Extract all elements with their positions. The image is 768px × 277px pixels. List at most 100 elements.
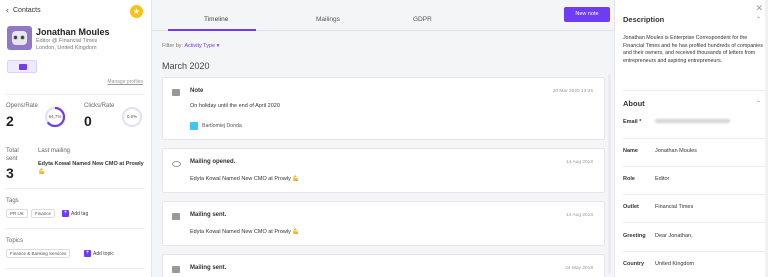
- add-tag-button[interactable]: + Add tag: [62, 210, 88, 217]
- divider: [6, 94, 145, 95]
- add-topic-button[interactable]: + Add topic: [84, 250, 114, 257]
- divider: [623, 166, 768, 167]
- timeline-card-sent[interactable]: Mailing sent. 24 May 2018: [162, 254, 605, 277]
- card-heading: Note: [190, 88, 204, 94]
- card-date: 20 Mar 2020 13:25: [552, 89, 593, 94]
- tab-gdpr[interactable]: GDPR: [413, 16, 432, 23]
- tab-mailings[interactable]: Mailings: [316, 16, 340, 23]
- contact-page: ‹ Contacts ★ Jonathan Moules Editor @ Fi…: [0, 0, 768, 277]
- topic-chip[interactable]: Finance & Banking Services: [6, 249, 71, 258]
- clicks-rate-ring: 0,0%: [121, 106, 143, 128]
- caret-down-icon: ▾: [216, 43, 220, 49]
- field-label-country: Country: [623, 261, 645, 267]
- last-mailing-value[interactable]: Edyta Kowal Named New CMO at Prowly 💪: [38, 160, 148, 176]
- field-value-outlet[interactable]: Financial Times: [655, 204, 693, 210]
- clicks-rate-label: Clicks/Rate: [84, 103, 115, 109]
- opens-value: 2: [6, 113, 14, 129]
- author-name: Bartlomiej Donda: [202, 123, 242, 129]
- field-label-greeting: Greeting: [623, 233, 646, 239]
- divider: [6, 188, 145, 189]
- new-note-button[interactable]: New note: [564, 7, 610, 22]
- activity-type-value: Activity Type: [184, 43, 216, 49]
- field-label-email: Email *: [623, 119, 642, 125]
- chevron-left-icon: ‹: [6, 5, 9, 15]
- contact-title: Editor @ Financial Times: [36, 38, 98, 44]
- tab-timeline[interactable]: Timeline: [204, 16, 228, 23]
- about-heading: About: [623, 99, 645, 108]
- last-mailing-label: Last mailing: [38, 148, 71, 154]
- chevron-up-icon[interactable]: ⌃: [756, 16, 761, 23]
- back-label: Contacts: [13, 7, 41, 14]
- card-heading: Mailing opened.: [190, 159, 236, 165]
- eye-icon: [172, 161, 181, 167]
- description-text: Jonathan Moules is Enterprise Correspond…: [623, 35, 763, 64]
- send-email-button[interactable]: [7, 60, 37, 73]
- card-date: 14 Aug 2018: [566, 213, 593, 218]
- filter-label: Filter by:: [162, 43, 184, 49]
- divider: [623, 251, 768, 252]
- card-body: Edyta Kowal Named New CMO at Prowly 💪: [190, 229, 300, 235]
- contact-sidebar: ‹ Contacts ★ Jonathan Moules Editor @ Fi…: [0, 0, 152, 277]
- owl-face-icon: [12, 31, 27, 45]
- plus-icon: +: [84, 250, 91, 257]
- tags-label: Tags: [6, 198, 19, 204]
- opens-pct: 64,7%: [48, 114, 62, 119]
- timeline-panel: Timeline Mailings GDPR New note Filter b…: [152, 0, 614, 277]
- close-icon[interactable]: ✕: [755, 3, 763, 14]
- tag-chip[interactable]: PR UK: [6, 209, 28, 218]
- note-icon: [172, 89, 180, 96]
- total-sent-value: 3: [6, 165, 14, 181]
- eye-shape: [13, 35, 18, 40]
- timeline-card-sent[interactable]: Mailing sent. 14 Aug 2018 Edyta Kowal Na…: [162, 201, 605, 246]
- timeline-scrollbar[interactable]: [608, 74, 611, 274]
- field-value-name[interactable]: Jonathan Moules: [655, 148, 697, 154]
- total-sent-label: Total sent: [6, 148, 19, 162]
- topics-label: Topics: [6, 238, 24, 244]
- back-to-contacts-link[interactable]: ‹ Contacts: [6, 5, 41, 15]
- avatar: [7, 26, 32, 50]
- card-date: 24 May 2018: [565, 266, 593, 271]
- tab-bar: Timeline Mailings GDPR New note: [152, 0, 614, 31]
- activity-type-dropdown[interactable]: Activity Type ▾: [184, 43, 219, 49]
- add-tag-label: Add tag: [71, 210, 89, 217]
- add-topic-label: Add topic: [93, 250, 114, 257]
- divider: [623, 90, 768, 91]
- field-label-role: Role: [623, 176, 635, 182]
- clicks-pct: 0,0%: [126, 114, 138, 119]
- divider: [6, 228, 145, 229]
- month-heading: March 2020: [162, 61, 210, 71]
- note-author: Bartlomiej Donda: [190, 122, 242, 130]
- card-body: On holiday until the end of April 2020: [190, 103, 280, 109]
- field-label-name: Name: [623, 148, 638, 154]
- clicks-value: 0: [84, 113, 92, 129]
- details-panel: ✕ Description ⌃ Jonathan Moules is Enter…: [614, 0, 768, 277]
- star-icon[interactable]: ★: [130, 5, 143, 18]
- divider: [6, 268, 145, 269]
- timeline-card-opened[interactable]: Mailing opened. 14 Aug 2018 Edyta Kowal …: [162, 148, 605, 193]
- contact-name: Jonathan Moules: [36, 27, 110, 37]
- field-value-country[interactable]: United Kingdom: [655, 261, 694, 267]
- divider: [623, 194, 768, 195]
- eye-shape: [20, 35, 25, 40]
- card-body: Edyta Kowal Named New CMO at Prowly 💪: [190, 176, 300, 182]
- chevron-up-icon[interactable]: ⌃: [756, 100, 761, 107]
- tag-chip[interactable]: Finance: [31, 209, 56, 218]
- plus-icon: +: [62, 210, 69, 217]
- email-value-blurred[interactable]: [655, 119, 730, 123]
- timeline-card-note[interactable]: Note 20 Mar 2020 13:25 On holiday until …: [162, 77, 605, 140]
- filter-bar: Filter by: Activity Type ▾: [162, 43, 219, 49]
- field-value-greeting[interactable]: Dear Jonathan,: [655, 233, 693, 239]
- manage-profiles-link[interactable]: Manage profiles: [107, 79, 143, 85]
- field-label-outlet: Outlet: [623, 204, 639, 210]
- field-value-role[interactable]: Editor: [655, 176, 669, 182]
- opens-rate-ring: 64,7%: [44, 106, 66, 128]
- active-tab-indicator: [168, 29, 256, 31]
- author-avatar: [190, 122, 198, 130]
- card-heading: Mailing sent.: [190, 265, 227, 271]
- divider: [623, 222, 768, 223]
- opens-rate-label: Opens/Rate: [6, 103, 39, 109]
- mail-icon: [172, 266, 180, 273]
- card-date: 14 Aug 2018: [566, 160, 593, 165]
- description-heading: Description: [623, 15, 665, 24]
- contact-location: London, United Kingdom: [36, 45, 97, 51]
